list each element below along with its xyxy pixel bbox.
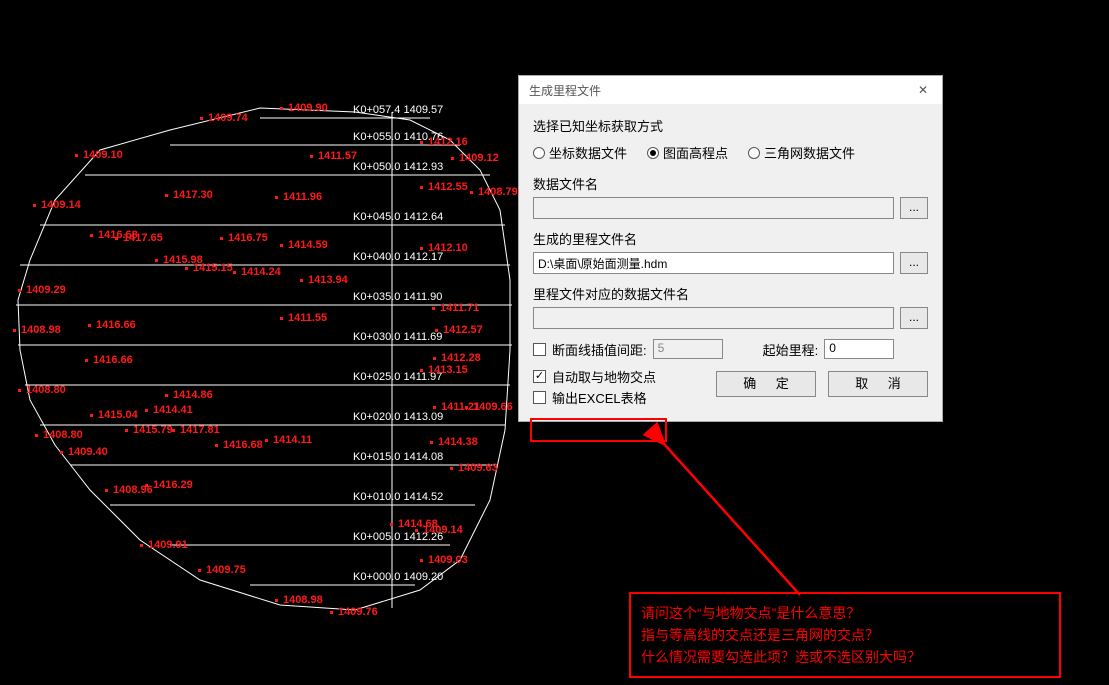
radio-icon: [647, 147, 659, 159]
elevation-point: 1417.65: [123, 232, 163, 244]
elevation-point: 1411.96: [283, 191, 322, 203]
elevation-point: 1416.75: [228, 232, 268, 244]
cancel-button[interactable]: 取 消: [828, 371, 928, 397]
elevation-point: 1409.14: [41, 199, 81, 211]
elevation-point: 1412.28: [441, 352, 481, 364]
elevation-point: 1412.55: [428, 181, 468, 193]
dialog-title: 生成里程文件: [529, 82, 601, 99]
browse-corresp-file-button[interactable]: ...: [900, 307, 928, 329]
elevation-point: 1409.63: [458, 462, 498, 474]
elevation-point: 1408.96: [113, 484, 153, 496]
elevation-point: 1409.10: [83, 149, 123, 161]
radio-map-elev[interactable]: 图面高程点: [647, 143, 728, 162]
elevation-point: 1416.68: [223, 439, 263, 451]
chk-interp[interactable]: [533, 343, 546, 356]
station-label: K0+035.0 1411.90: [353, 291, 442, 303]
chk-excel[interactable]: [533, 391, 546, 404]
elevation-point: 1414.59: [288, 239, 328, 251]
elevation-point: 1408.80: [26, 384, 66, 396]
radio-tin-file[interactable]: 三角网数据文件: [748, 143, 855, 162]
elevation-point: 1417.30: [173, 189, 213, 201]
elevation-point: 1414.11: [273, 434, 312, 446]
elevation-point: 1411.71: [440, 302, 479, 314]
chk-excel-label: 输出EXCEL表格: [552, 388, 647, 407]
out-file-label: 生成的里程文件名: [533, 229, 928, 248]
station-label: K0+000.0 1409.20: [353, 571, 443, 583]
elevation-point: 1408.98: [283, 594, 323, 606]
elevation-point: 1409.76: [338, 606, 378, 618]
annotation-box: 请问这个“与地物交点”是什么意思？ 指与等高线的交点还是三角网的交点？ 什么情况…: [629, 592, 1061, 678]
generate-mileage-dialog: 生成里程文件 ✕ 选择已知坐标获取方式 坐标数据文件 图面高程点 三角网数据文件…: [518, 75, 943, 422]
ok-button[interactable]: 确 定: [716, 371, 816, 397]
out-file-input[interactable]: D:\桌面\原始面测量.hdm: [533, 252, 894, 274]
station-label: K0+020.0 1413.09: [353, 411, 443, 423]
elevation-point: 1414.38: [438, 436, 478, 448]
elevation-point: 1409.14: [423, 524, 463, 536]
radio-icon: [748, 147, 760, 159]
elevation-point: 1411.57: [318, 150, 357, 162]
elevation-point: 1414.86: [173, 389, 213, 401]
elevation-point: 1414.24: [241, 266, 281, 278]
elevation-point: 1415.79: [133, 424, 173, 436]
elevation-point: 1408.98: [21, 324, 61, 336]
station-label: K0+030.0 1411.69: [353, 331, 442, 343]
elevation-point: 1409.90: [288, 102, 328, 114]
elevation-point: 1416.66: [93, 354, 133, 366]
annotation-line: 请问这个“与地物交点”是什么意思？: [641, 602, 1049, 624]
corresp-file-input[interactable]: [533, 307, 894, 329]
elevation-point: 1412.16: [428, 136, 468, 148]
station-label: K0+057.4 1409.57: [353, 104, 443, 116]
browse-data-file-button[interactable]: ...: [900, 197, 928, 219]
station-label: K0+045.0 1412.64: [353, 211, 443, 223]
data-file-label: 数据文件名: [533, 174, 928, 193]
elevation-point: 1409.12: [459, 152, 499, 164]
elevation-point: 1416.29: [153, 479, 193, 491]
annotation-line: 什么情况需要勾选此项？选或不选区别大吗？: [641, 646, 1049, 668]
station-label: K0+010.0 1414.52: [353, 491, 443, 503]
start-mile-label: 起始里程:: [763, 340, 819, 359]
source-radio-row: 坐标数据文件 图面高程点 三角网数据文件: [533, 143, 928, 162]
elevation-point: 1409.40: [68, 446, 108, 458]
browse-out-file-button[interactable]: ...: [900, 252, 928, 274]
chk-auto-intersect[interactable]: [533, 370, 546, 383]
elevation-point: 1409.66: [473, 401, 513, 413]
annotation-line: 指与等高线的交点还是三角网的交点？: [641, 624, 1049, 646]
radio-coord-file[interactable]: 坐标数据文件: [533, 143, 627, 162]
elevation-point: 1413.94: [308, 274, 348, 286]
elevation-point: 1408.79: [478, 186, 518, 198]
elevation-point: 1409.75: [206, 564, 246, 576]
interp-input[interactable]: 5: [653, 339, 723, 359]
dialog-titlebar[interactable]: 生成里程文件 ✕: [519, 76, 942, 104]
elevation-point: 1409.74: [208, 112, 248, 124]
radio-icon: [533, 147, 545, 159]
data-file-input[interactable]: [533, 197, 894, 219]
elevation-point: 1413.15: [428, 364, 468, 376]
source-group-label: 选择已知坐标获取方式: [533, 116, 928, 135]
chk-interp-label: 断面线插值间距:: [552, 340, 647, 359]
elevation-point: 1408.80: [43, 429, 83, 441]
elevation-point: 1415.04: [98, 409, 138, 421]
elevation-point: 1416.66: [96, 319, 136, 331]
elevation-point: 1409.29: [26, 284, 66, 296]
station-label: K0+050.0 1412.93: [353, 161, 443, 173]
chk-auto-intersect-label: 自动取与地物交点: [552, 367, 656, 386]
station-label: K0+015.0 1414.08: [353, 451, 443, 463]
elevation-point: 1415.15: [193, 262, 233, 274]
start-mile-input[interactable]: 0: [824, 339, 894, 359]
elevation-point: 1414.41: [153, 404, 193, 416]
close-icon[interactable]: ✕: [908, 83, 938, 97]
elevation-point: 1409.91: [148, 539, 188, 551]
elevation-point: 1409.03: [428, 554, 468, 566]
callout-arrow: [665, 445, 800, 595]
corresp-file-label: 里程文件对应的数据文件名: [533, 284, 928, 303]
elevation-point: 1417.81: [180, 424, 220, 436]
elevation-point: 1412.10: [428, 242, 468, 254]
elevation-point: 1411.55: [288, 312, 327, 324]
elevation-point: 1412.57: [443, 324, 483, 336]
